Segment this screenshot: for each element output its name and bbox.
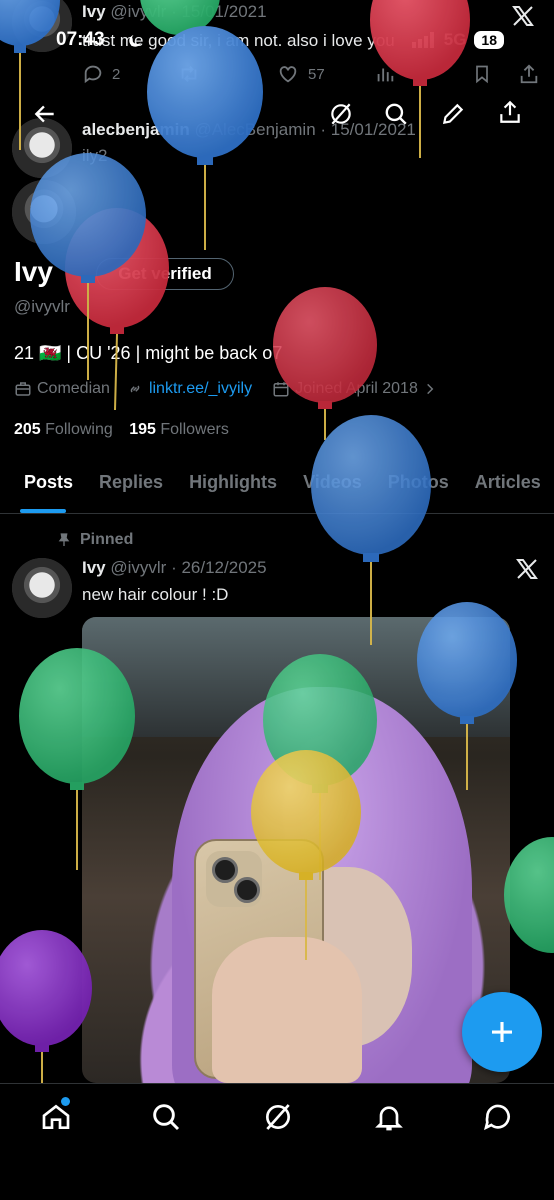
nav-grok[interactable] bbox=[262, 1101, 294, 1133]
nav-notifications[interactable] bbox=[373, 1101, 405, 1133]
balloon bbox=[311, 415, 431, 555]
nav-messages[interactable] bbox=[482, 1101, 514, 1133]
chat-icon bbox=[484, 1104, 510, 1131]
balloon bbox=[273, 287, 377, 403]
balloon bbox=[251, 750, 361, 874]
home-icon bbox=[42, 1104, 70, 1129]
bottom-nav bbox=[0, 1083, 554, 1200]
balloon bbox=[0, 0, 60, 46]
search-icon bbox=[153, 1104, 180, 1131]
bell-icon bbox=[375, 1106, 403, 1131]
balloon bbox=[417, 602, 517, 718]
notification-dot bbox=[61, 1097, 70, 1106]
balloon bbox=[504, 837, 554, 953]
compose-button[interactable] bbox=[462, 992, 542, 1072]
plus-icon bbox=[492, 1022, 512, 1042]
balloons-overlay bbox=[0, 0, 554, 1085]
balloon bbox=[30, 153, 146, 277]
grok-icon bbox=[266, 1104, 290, 1130]
nav-home[interactable] bbox=[40, 1101, 72, 1133]
balloon bbox=[19, 648, 135, 784]
balloon bbox=[0, 930, 92, 1046]
balloon bbox=[370, 0, 470, 80]
balloon bbox=[147, 26, 263, 158]
nav-explore[interactable] bbox=[150, 1101, 182, 1133]
